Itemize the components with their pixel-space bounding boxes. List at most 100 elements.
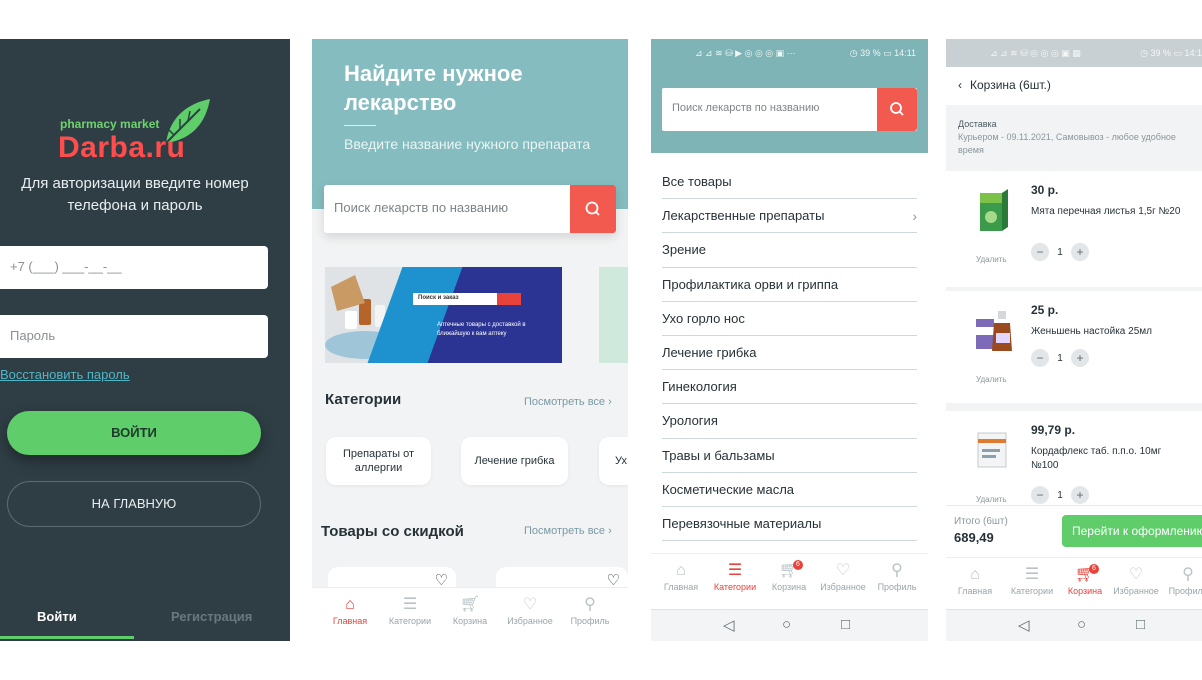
- category-item[interactable]: Зрение: [662, 233, 917, 268]
- checkout-button[interactable]: Перейти к оформлению: [1062, 515, 1202, 547]
- category-item[interactable]: Урология: [662, 404, 917, 439]
- search-bar[interactable]: Поиск лекарств по названию: [324, 185, 616, 233]
- android-nav-bar: ◁ ○ □: [651, 609, 928, 641]
- item-price: 99,79 р.: [1031, 423, 1076, 437]
- total-value: 689,49: [954, 530, 994, 545]
- home-icon: ⌂: [970, 566, 980, 583]
- banner-search: Поиск и заказ: [413, 293, 509, 305]
- remove-button[interactable]: Удалить: [976, 255, 1007, 264]
- category-item[interactable]: Гинекология: [662, 370, 917, 405]
- banner-search-button: [497, 293, 521, 305]
- back-icon[interactable]: ◁: [1018, 616, 1030, 634]
- category-chip[interactable]: Лечение грибка: [461, 437, 568, 485]
- category-item[interactable]: Косметические масла: [662, 473, 917, 507]
- tab-favorites[interactable]: ♡ Избранное: [1110, 564, 1162, 596]
- status-icons: ⊿ ⊿ ≋ ⛁ ▶ ◎ ◎ ◎ ▣ ···: [695, 48, 796, 58]
- minus-button[interactable]: −: [1031, 243, 1049, 261]
- recent-apps-icon[interactable]: □: [841, 616, 850, 633]
- home-icon: ⌂: [345, 596, 355, 613]
- delivery-heading: Доставка: [958, 119, 997, 129]
- heart-icon: ♡: [522, 596, 538, 613]
- chevron-left-icon[interactable]: ‹: [958, 78, 962, 92]
- tab-favorites[interactable]: ♡ Избранное: [500, 594, 560, 626]
- home-icon: ⌂: [676, 562, 686, 579]
- tab-home[interactable]: ⌂ Главная: [949, 564, 1001, 596]
- tab-profile[interactable]: ⚲Профиль: [1162, 564, 1202, 596]
- tab-profile[interactable]: ⚲Профиль: [870, 560, 924, 592]
- category-chip[interactable]: Препараты от аллергии: [326, 437, 431, 485]
- tab-home[interactable]: ⌂ Главная: [654, 560, 708, 592]
- back-icon[interactable]: ◁: [723, 616, 735, 634]
- tab-categories[interactable]: ☰ Категории: [708, 560, 762, 592]
- password-input[interactable]: Пароль: [0, 315, 268, 358]
- plus-button[interactable]: +: [1071, 349, 1089, 367]
- minus-button[interactable]: −: [1031, 486, 1049, 504]
- search-input[interactable]: Поиск лекарств по названию: [334, 200, 508, 215]
- category-item[interactable]: Перевязочные материалы: [662, 507, 917, 542]
- remove-button[interactable]: Удалить: [976, 495, 1007, 504]
- quantity-stepper: −1 +: [1031, 349, 1089, 367]
- home-screen: Найдите нужное лекарство Введите названи…: [312, 39, 628, 641]
- phone-input[interactable]: +7 (___) ___-__-__: [0, 246, 268, 289]
- category-item[interactable]: Профилактика орви и гриппа: [662, 268, 917, 302]
- minus-button[interactable]: −: [1031, 349, 1049, 367]
- tab-favorites[interactable]: ♡ Избранное: [816, 560, 870, 592]
- category-list: Все товары Лекарственные препараты › Зрен…: [662, 165, 917, 542]
- tab-register[interactable]: Регистрация: [171, 609, 252, 624]
- heart-icon: ♡: [835, 562, 851, 579]
- cart-item: 30 р. Мята перечная листья 1,5г №20 −1 + …: [946, 171, 1202, 287]
- plus-button[interactable]: +: [1071, 243, 1089, 261]
- tab-cart[interactable]: 🛒︎ Корзина 6: [762, 560, 816, 592]
- plus-button[interactable]: +: [1071, 486, 1089, 504]
- home-circle-icon[interactable]: ○: [782, 616, 791, 633]
- search-button[interactable]: [877, 88, 917, 131]
- category-item[interactable]: Все товары: [662, 165, 917, 200]
- tab-cart[interactable]: 🛒︎ Корзина 6: [1060, 564, 1110, 596]
- search-bar[interactable]: Поиск лекарств по названию: [662, 88, 917, 131]
- search-icon: [585, 201, 600, 216]
- login-button[interactable]: ВОЙТИ: [7, 411, 261, 455]
- recent-apps-icon[interactable]: □: [1136, 616, 1145, 633]
- promo-banner[interactable]: Поиск и заказ Аптечные товары с доставко…: [325, 267, 562, 363]
- home-circle-icon[interactable]: ○: [1077, 616, 1086, 633]
- hero-title: Найдите нужное лекарство: [344, 61, 523, 115]
- category-item[interactable]: Лекарственные препараты ›: [662, 199, 917, 234]
- tab-login[interactable]: Войти: [37, 609, 77, 624]
- restore-password-link[interactable]: Восстановить пароль: [0, 367, 130, 382]
- tab-categories[interactable]: ☰ Категории: [1001, 564, 1063, 596]
- category-item[interactable]: Лечение грибка: [662, 336, 917, 371]
- item-price: 30 р.: [1031, 183, 1059, 197]
- discount-title: Товары со скидкой: [321, 523, 464, 540]
- user-icon: ⚲: [1182, 566, 1194, 583]
- cart-screen: ⊿ ⊿ ≋ ⛁ ◎ ◎ ◎ ▣ ▦ ◷ 39 % ▭ 14:1 ‹ Корзина…: [946, 39, 1202, 641]
- search-header: Поиск лекарств по названию: [651, 67, 928, 153]
- tab-profile[interactable]: ⚲Профиль: [560, 594, 620, 626]
- remove-button[interactable]: Удалить: [976, 375, 1007, 384]
- tab-cart[interactable]: 🛒︎ Корзина: [440, 594, 500, 626]
- logo-tagline: pharmacy market: [60, 117, 160, 131]
- darba-logo: pharmacy market Darba.ru: [58, 97, 218, 167]
- search-button[interactable]: [570, 185, 616, 233]
- cart-title: ‹ Корзина (6шт.): [958, 78, 1051, 92]
- promo-banner-2[interactable]: [599, 267, 628, 363]
- status-clock: ◷ 39 % ▭ 14:1: [1140, 48, 1202, 58]
- categories-see-all-link[interactable]: Посмотреть все ›: [524, 396, 612, 408]
- hero-section: Найдите нужное лекарство Введите названи…: [312, 39, 628, 209]
- quantity-stepper: −1 +: [1031, 486, 1089, 504]
- category-item[interactable]: Ухо горло нос: [662, 302, 917, 336]
- item-name: Кордафлекс таб. п.п.о. 10мг №100: [1031, 446, 1162, 471]
- tab-categories[interactable]: ☰ Категории: [380, 594, 440, 626]
- search-input[interactable]: Поиск лекарств по названию: [672, 102, 819, 114]
- category-chip[interactable]: Ух: [599, 437, 628, 485]
- delivery-info: Доставка Курьером - 09.11.2021, Самовыво…: [946, 109, 1202, 167]
- banner-text: Аптечные товары с доставкой в ближайшую …: [437, 322, 526, 337]
- cart-item: 25 р. Женьшень настойка 25мл −1 + Удалить: [946, 291, 1202, 403]
- home-button[interactable]: НА ГЛАВНУЮ: [7, 481, 261, 527]
- product-image: [976, 311, 1012, 351]
- cart-icon: 🛒︎: [459, 596, 481, 613]
- item-quantity: 1: [1057, 246, 1063, 258]
- tab-home[interactable]: ⌂ Главная: [320, 594, 380, 626]
- total-label: Итого (6шт): [954, 516, 1008, 527]
- discount-see-all-link[interactable]: Посмотреть все ›: [524, 525, 612, 537]
- category-item[interactable]: Травы и бальзамы: [662, 439, 917, 473]
